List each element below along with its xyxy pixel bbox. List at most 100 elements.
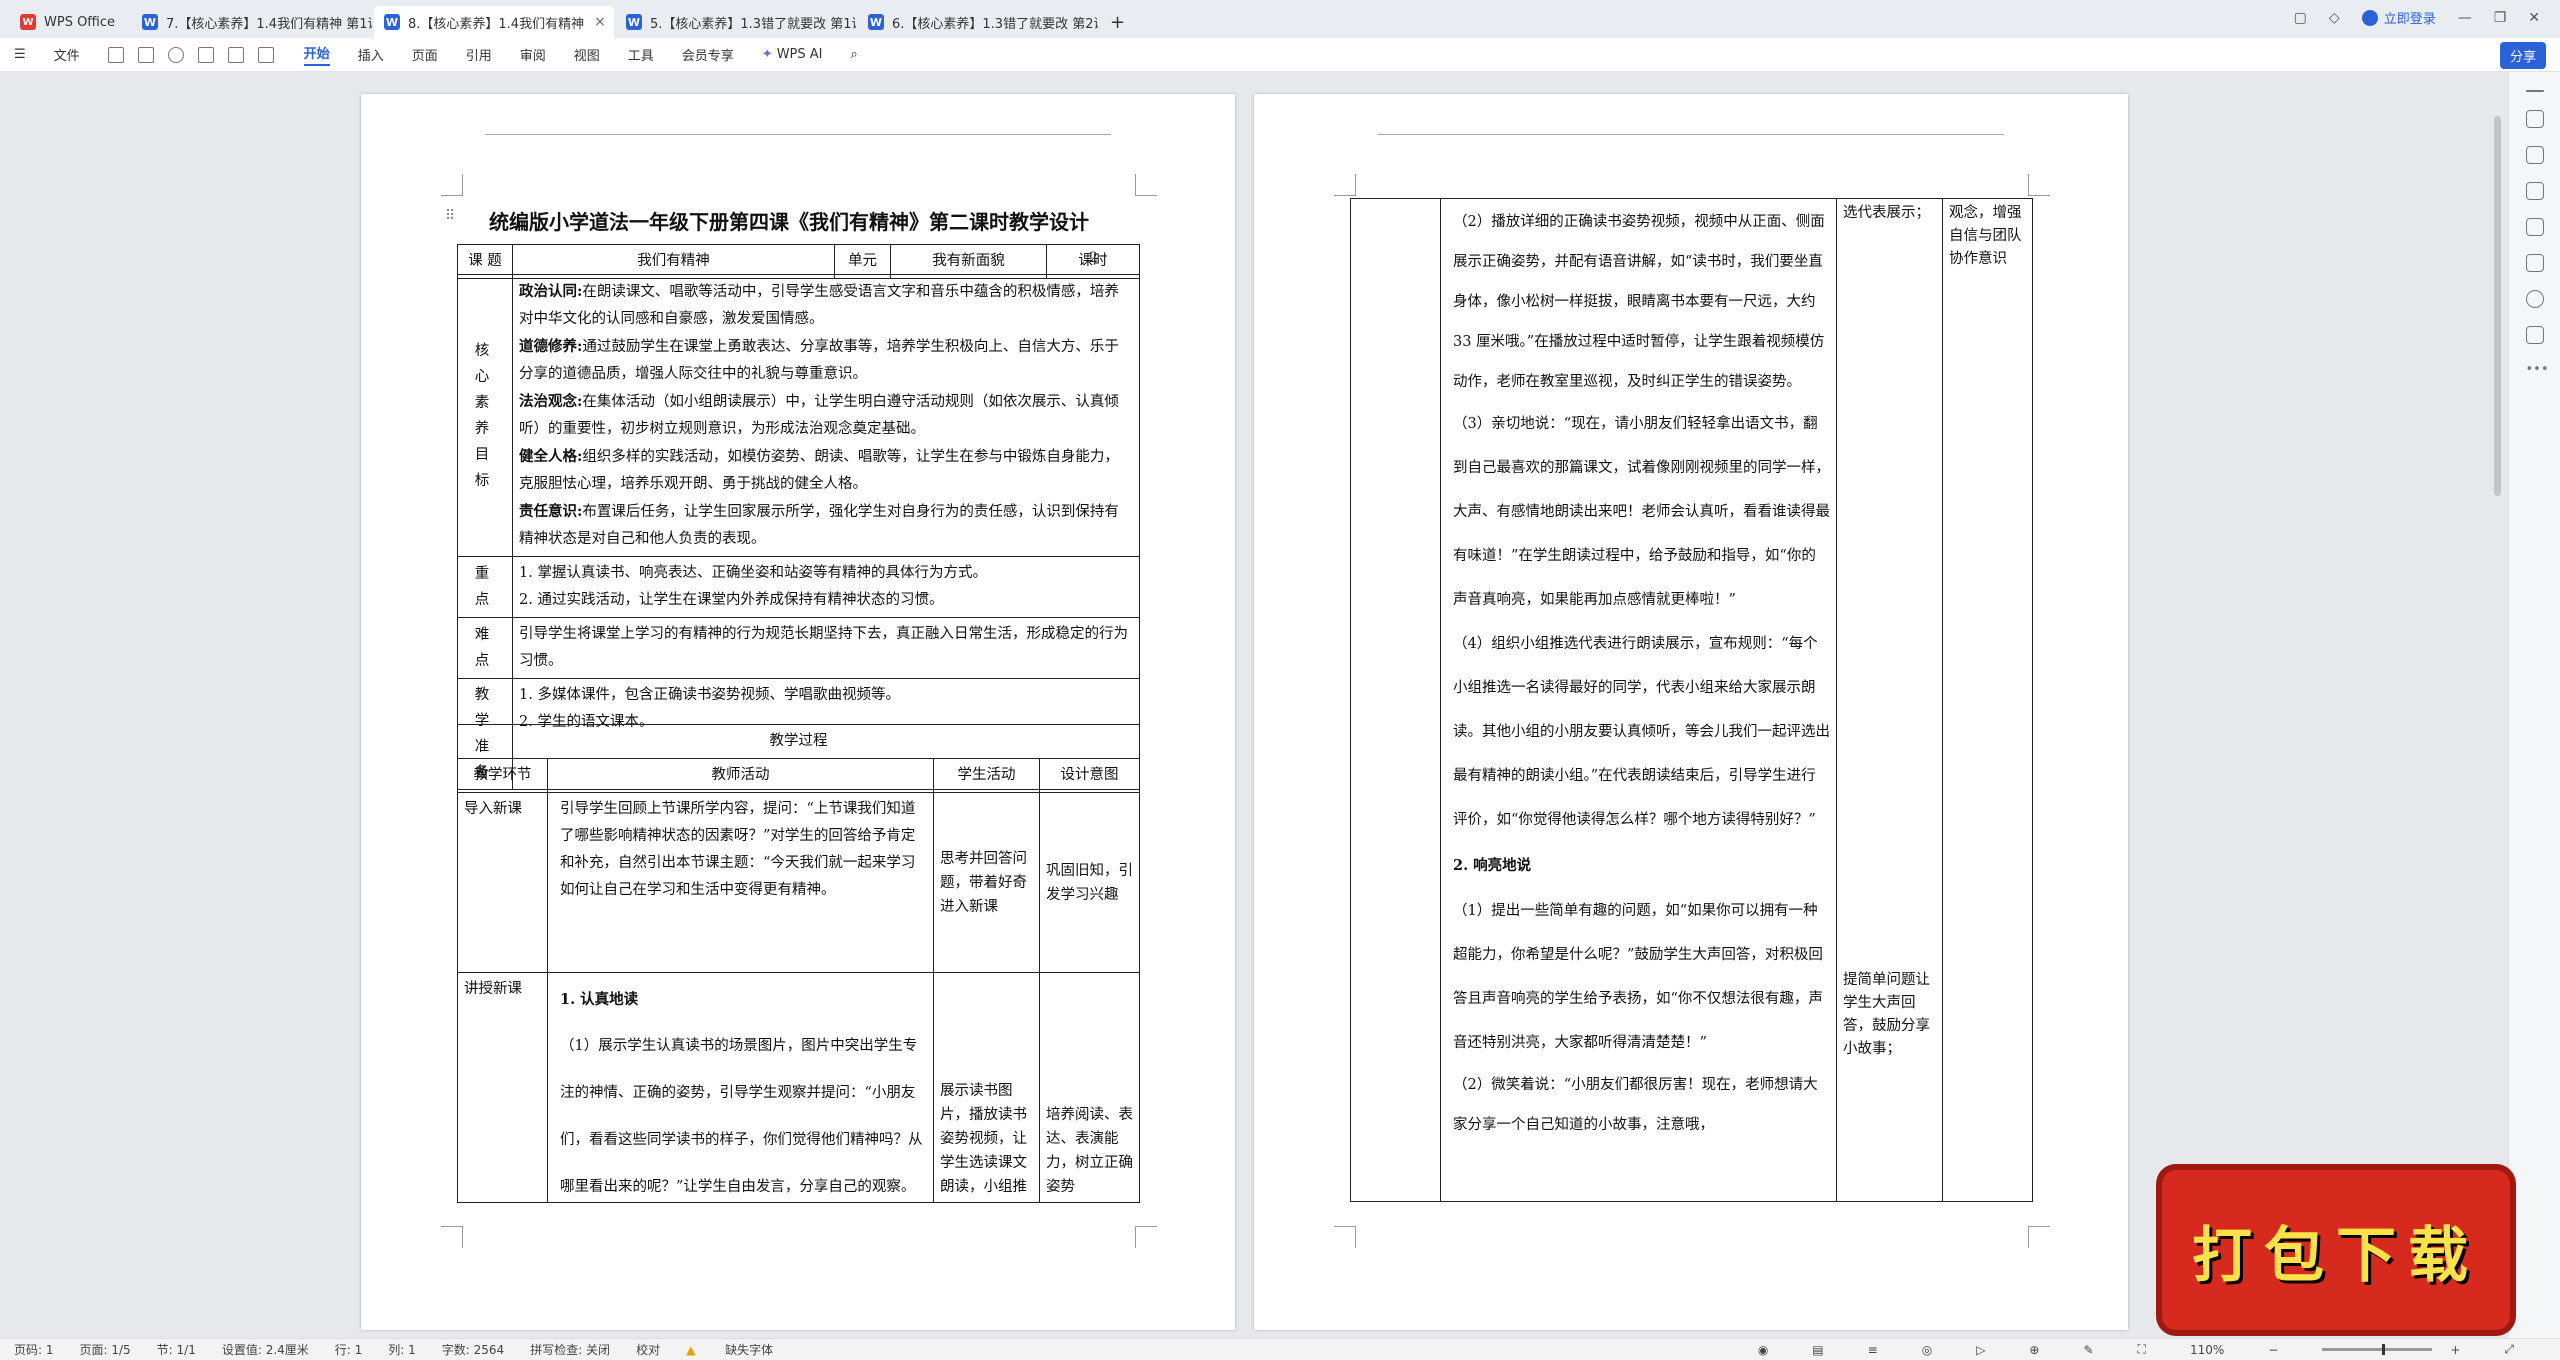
teacher-activity-cell: 引导学生回顾上节课所学内容，提问：“上节课我们知道了哪些影响精神状态的因素呀？”… <box>547 792 934 973</box>
outline-view-icon[interactable]: ≡ <box>1868 1343 1878 1357</box>
margin-mark <box>441 1226 463 1248</box>
tab-doc-5[interactable]: W 5.【核心素养】1.3错了就要改 第1课 <box>616 6 856 38</box>
status-page-no[interactable]: 页码: 1 <box>14 1341 54 1358</box>
process-table-continued: （2）播放详细的正确读书姿势视频，视频中从正面、侧面展示正确姿势，并配有语音讲解… <box>1350 198 2033 1202</box>
zoom-level[interactable]: 110% <box>2190 1343 2224 1357</box>
download-banner[interactable]: 打包下载 <box>2162 1170 2510 1330</box>
status-proof[interactable]: 校对 <box>636 1341 660 1358</box>
pen-icon[interactable]: ✎ <box>2083 1343 2093 1357</box>
settings-icon[interactable] <box>2525 182 2544 200</box>
wps-ai-button[interactable]: ✦ WPS AI <box>762 47 823 62</box>
edit-icon[interactable] <box>2525 110 2544 128</box>
share-button[interactable]: 分享 <box>2499 42 2546 69</box>
help-icon[interactable] <box>2525 290 2544 308</box>
table-row: 教学环节 教师活动 学生活动 设计意图 <box>457 758 1140 793</box>
search-icon[interactable]: ⌕ <box>851 47 858 62</box>
status-bar: 页码: 1 页面: 1/5 节: 1/1 设置值: 2.4厘米 行: 1 列: … <box>0 1338 2560 1360</box>
ribbon-tab-tools[interactable]: 工具 <box>628 45 654 64</box>
eye-icon[interactable]: ◉ <box>1758 1343 1768 1357</box>
ai-writing-icon[interactable] <box>2525 218 2544 236</box>
status-words[interactable]: 字数: 2564 <box>442 1341 504 1358</box>
difficulty-cell: 引导学生将课堂上学习的有精神的行为规范长期坚持下去，真正融入日常生活，形成稳定的… <box>512 617 1140 679</box>
lesson-count: 2 <box>1089 250 1098 266</box>
core-goals-cell: 政治认同:在朗读课文、唱歌等活动中，引导学生感受语言文字和音乐中蕴含的积极情感，… <box>512 274 1140 557</box>
column-header: 教学环节 <box>457 758 548 793</box>
goal-item: 法治观念:在集体活动（如小组朗读展示）中，让学生明白遵守活动规则（如依次展示、认… <box>519 393 1119 437</box>
status-section[interactable]: 节: 1/1 <box>157 1341 196 1358</box>
tab-wps-office[interactable]: W WPS Office <box>10 6 130 38</box>
title-bar: W WPS Office W 7.【核心素养】1.4我们有精神 第1课 W 8.【核心… <box>0 0 2560 38</box>
document-title: 统编版小学道法一年级下册第四课《我们有精神》第二课时教学设计 <box>489 210 1089 234</box>
column-header: 教师活动 <box>547 758 934 793</box>
image-icon[interactable] <box>257 46 274 63</box>
table-row: 难 点 引导学生将课堂上学习的有精神的行为规范长期坚持下去，真正融入日常生活，形… <box>457 617 1140 679</box>
more-icon[interactable]: ••• <box>2526 362 2549 380</box>
ribbon-tab-review[interactable]: 审阅 <box>520 45 546 64</box>
right-sidebar: ••• <box>2508 72 2560 1338</box>
ribbon-tab-home[interactable]: 开始 <box>303 43 330 66</box>
ribbon-tab-insert[interactable]: 插入 <box>358 45 384 64</box>
zoom-slider-handle[interactable] <box>2382 1344 2386 1355</box>
drag-handle-icon[interactable]: ⠿ <box>445 208 455 224</box>
minimize-icon[interactable]: — <box>2458 10 2472 26</box>
word-doc-icon: W <box>384 14 400 30</box>
word-doc-icon: W <box>868 14 884 30</box>
export-pdf-icon[interactable] <box>227 46 244 63</box>
format-painter-icon[interactable] <box>197 46 214 63</box>
tab-doc-6[interactable]: W 6.【核心素养】1.3错了就要改 第2课 <box>858 6 1098 38</box>
close-window-icon[interactable]: ✕ <box>2528 10 2540 26</box>
maximize-icon[interactable]: ❐ <box>2494 10 2507 26</box>
select-icon[interactable] <box>2525 146 2544 164</box>
cube-icon[interactable]: ◇ <box>2329 10 2340 26</box>
play-icon[interactable]: ▷ <box>1976 1343 1985 1357</box>
status-pages[interactable]: 页面: 1/5 <box>80 1341 131 1358</box>
zoom-in-icon[interactable]: + <box>2450 1343 2460 1357</box>
vertical-scrollbar[interactable] <box>2494 116 2501 496</box>
print-icon[interactable] <box>137 46 154 63</box>
ai-sparkle-icon: ✦ <box>761 47 773 62</box>
collapse-icon[interactable] <box>2525 90 2544 92</box>
undo-icon[interactable] <box>167 46 184 63</box>
zoom-slider[interactable] <box>2322 1344 2433 1355</box>
student-activity-cell: 展示读书图片，播放读书姿势视频，让学生选读课文朗读，小组推 <box>933 972 1040 1203</box>
table-row: 讲授新课 1. 认真地读 （1）展示学生认真读书的场景图片，图片中突出学生专注的… <box>457 972 1140 1203</box>
table-row: 导入新课 引导学生回顾上节课所学内容，提问：“上节课我们知道了哪些影响精神状态的… <box>457 792 1140 973</box>
zoom-out-icon[interactable]: − <box>2268 1343 2278 1357</box>
plugin-icon[interactable] <box>2525 326 2544 344</box>
tools-icon[interactable] <box>2525 254 2544 272</box>
status-missing-font[interactable]: ▲ 缺失字体 <box>686 1341 799 1358</box>
tab-doc-8[interactable]: W 8.【核心素养】1.4我们有精神 × <box>374 6 614 38</box>
stage-cell: 讲授新课 <box>457 972 548 1203</box>
word-doc-icon: W <box>142 14 158 30</box>
header-line <box>1378 134 2004 135</box>
table-row: 重 点 1. 掌握认真读书、响亮表达、正确坐姿和站姿等有精神的具体行为方式。 2.… <box>457 556 1140 618</box>
globe-icon[interactable]: ⊕ <box>2029 1343 2039 1357</box>
status-setting[interactable]: 设置值: 2.4厘米 <box>222 1341 309 1358</box>
page-1: ⠿ 统编版小学道法一年级下册第四课《我们有精神》第二课时教学设计 课 题 我们有… <box>361 94 1235 1330</box>
close-tab-icon[interactable]: × <box>594 14 606 30</box>
window-layout-icon[interactable]: ▢ <box>2294 10 2307 26</box>
new-tab-button[interactable]: + <box>1100 6 1135 38</box>
ribbon-tab-page[interactable]: 页面 <box>412 45 438 64</box>
page-2: （2）播放详细的正确读书姿势视频，视频中从正面、侧面展示正确姿势，并配有语音讲解… <box>1254 94 2128 1330</box>
tab-doc-7[interactable]: W 7.【核心素养】1.4我们有精神 第1课 <box>132 6 372 38</box>
save-icon[interactable] <box>107 46 124 63</box>
fullscreen-icon[interactable]: ⤢ <box>2504 1342 2514 1357</box>
design-intent-cell: 巩固旧知，引发学习兴趣 <box>1039 792 1140 973</box>
status-spellcheck[interactable]: 拼写检查: 关闭 <box>530 1341 610 1358</box>
page-view-icon[interactable]: ▤ <box>1812 1343 1823 1357</box>
ribbon-tab-member[interactable]: 会员专享 <box>682 45 734 64</box>
fit-icon[interactable]: ⛶ <box>2138 1342 2146 1357</box>
login-button[interactable]: 立即登录 <box>2361 8 2436 27</box>
goal-item: 政治认同:在朗读课文、唱歌等活动中，引导学生感受语言文字和音乐中蕴含的积极情感，… <box>519 283 1119 327</box>
ribbon-tab-view[interactable]: 视图 <box>574 45 600 64</box>
status-col: 列: 1 <box>388 1343 416 1357</box>
difficulty-label: 难 点 <box>457 617 513 679</box>
menu-icon[interactable]: ☰ <box>14 47 26 62</box>
goal-item: 健全人格:组织多样的实践活动，如模仿姿势、朗读、唱歌等，让学生在参与中锻炼自身能… <box>519 448 1119 492</box>
web-view-icon[interactable]: ◎ <box>1922 1343 1932 1357</box>
file-menu[interactable]: 文件 <box>54 45 80 64</box>
table-row: （2）播放详细的正确读书姿势视频，视频中从正面、侧面展示正确姿势，并配有语音讲解… <box>1350 198 2033 1202</box>
column-header: 学生活动 <box>933 758 1040 793</box>
ribbon-tab-reference[interactable]: 引用 <box>466 45 492 64</box>
